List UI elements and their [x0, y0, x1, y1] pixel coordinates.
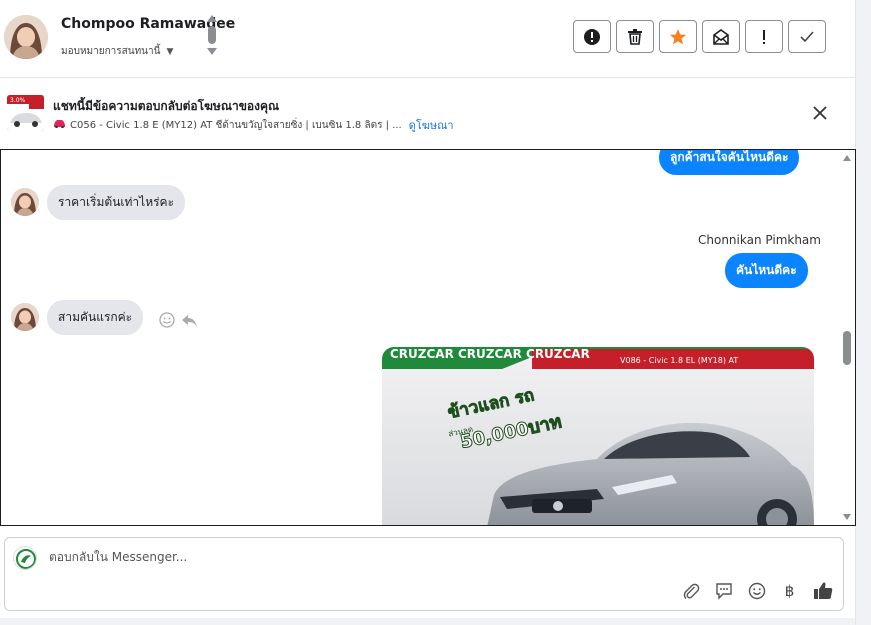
incoming-message[interactable]: สามคันแรกค่ะ: [47, 300, 144, 335]
mark-unread-button[interactable]: [702, 20, 740, 53]
reply-input[interactable]: [49, 550, 649, 564]
ad-thumbnail[interactable]: 3.0%: [7, 95, 44, 131]
attach-file-button[interactable]: [680, 580, 701, 601]
message-scrollbar[interactable]: [840, 150, 854, 525]
alert-circle-icon: [584, 28, 600, 45]
ad-subtitle-text: C056 - Civic 1.8 E (MY12) AT ชีด้านขวัญใ…: [70, 119, 402, 131]
baht-icon: ฿: [784, 581, 795, 600]
chat-header: Chompoo Ramawadee มอบหมายการสนทนานี้ ▼: [0, 0, 855, 78]
view-ad-link[interactable]: ดูโฆษณา: [409, 116, 454, 134]
ad-reply-banner: 3.0% แชทนี้มีข้อความตอบกลับต่อโฆษณาของคุ…: [0, 79, 855, 149]
incoming-message[interactable]: ราคาเริ่มต้นเท่าไหร่คะ: [47, 185, 186, 220]
paperclip-icon: [683, 583, 699, 599]
scroll-thumb[interactable]: [208, 26, 216, 44]
delete-button[interactable]: [616, 20, 654, 53]
ad-banner-subtitle: C056 - Civic 1.8 E (MY12) AT ชีด้านขวัญใ…: [53, 116, 454, 134]
agent-name: Chonnikan Pimkham: [698, 233, 821, 247]
arrow-up-icon[interactable]: [207, 15, 217, 22]
smiley-icon: [748, 582, 765, 599]
ad-banner-title: แชทนี้มีข้อความตอบกลับต่อโฆษณาของคุณ: [53, 99, 280, 113]
caret-down-icon: ▼: [166, 46, 174, 57]
header-scroll-stepper[interactable]: [206, 15, 218, 61]
messenger-inbox-chat: Chompoo Ramawadee มอบหมายการสนทนานี้ ▼ 3…: [0, 0, 871, 625]
message-actions: [159, 312, 198, 332]
reply-arrow-icon[interactable]: [181, 313, 198, 332]
ad-thumb-badge: 3.0%: [10, 97, 26, 104]
arrow-down-icon[interactable]: [207, 48, 217, 55]
assign-label: มอบหมายการสนทนานี้: [61, 46, 161, 57]
mark-important-button[interactable]: [745, 20, 783, 53]
outgoing-message[interactable]: ลูกค้าสนใจคันไหนดีคะ: [659, 150, 800, 175]
contact-avatar-small[interactable]: [11, 303, 39, 331]
message-thread[interactable]: ลูกค้าสนใจคันไหนดีคะ ราคาเริ่มต้นเท่าไหร…: [0, 149, 856, 526]
composer-toolbar: ฿: [680, 580, 833, 601]
contact-avatar-small[interactable]: [11, 188, 39, 216]
smiley-react-icon[interactable]: [159, 312, 175, 332]
like-button[interactable]: [812, 580, 833, 601]
car-icon: [53, 119, 66, 131]
image-model-line: V086 - Civic 1.8 EL (MY18) AT: [620, 356, 738, 365]
message-scroll-thumb[interactable]: [843, 331, 851, 365]
conversation-toolbar: [573, 20, 826, 53]
speech-bubble-icon: [715, 582, 732, 600]
trash-icon: [628, 29, 642, 45]
reply-composer: ฿: [4, 537, 844, 611]
page-avatar: [13, 546, 37, 570]
car-photo-attachment[interactable]: CRUZCAR CRUZCAR CRUZCAR V086 - Civic 1.8…: [382, 347, 814, 525]
bottom-edge-strip: [0, 618, 855, 625]
page-edge-strip: [855, 0, 871, 625]
scroll-up-arrow-icon[interactable]: [843, 155, 851, 161]
assign-conversation-dropdown[interactable]: มอบหมายการสนทนานี้ ▼: [61, 44, 173, 59]
image-brand-banner: CRUZCAR CRUZCAR CRUZCAR: [390, 347, 590, 361]
scroll-down-arrow-icon[interactable]: [843, 514, 851, 520]
close-banner-button[interactable]: [813, 103, 827, 123]
star-icon: [670, 28, 686, 44]
envelope-open-icon: [713, 28, 729, 45]
emoji-button[interactable]: [746, 580, 767, 601]
contact-avatar[interactable]: [4, 15, 48, 59]
mark-done-button[interactable]: [788, 20, 826, 53]
mark-spam-button[interactable]: [573, 20, 611, 53]
thumbs-up-icon: [813, 582, 832, 599]
saved-replies-button[interactable]: [713, 580, 734, 601]
star-button[interactable]: [659, 20, 697, 53]
payment-button[interactable]: ฿: [779, 580, 800, 601]
checkmark-icon: [800, 30, 814, 42]
close-icon: [813, 106, 827, 120]
outgoing-message[interactable]: คันไหนดีคะ: [725, 253, 808, 288]
exclamation-icon: [763, 29, 765, 44]
